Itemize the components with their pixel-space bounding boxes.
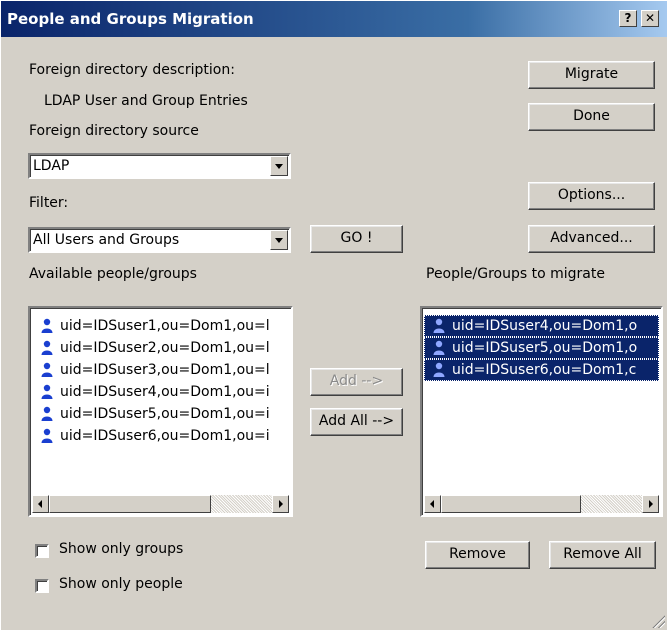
available-horizontal-scrollbar[interactable] <box>32 495 289 513</box>
list-item-label: uid=IDSuser6,ou=Dom1,ou=i <box>60 428 270 444</box>
user-icon <box>41 384 53 399</box>
resize-grip-icon[interactable] <box>651 614 665 628</box>
list-item[interactable]: uid=IDSuser2,ou=Dom1,ou=l <box>32 337 289 359</box>
available-list-label: Available people/groups <box>29 266 197 282</box>
show-only-people-label: Show only people <box>59 576 183 592</box>
list-item[interactable]: uid=IDSuser4,ou=Dom1,o <box>424 315 659 337</box>
filter-label: Filter: <box>29 195 69 211</box>
filter-dropdown-arrow-icon[interactable] <box>270 230 288 250</box>
go-button[interactable]: GO ! <box>310 225 403 253</box>
migrate-button[interactable]: Migrate <box>528 61 655 89</box>
scroll-left-icon[interactable] <box>32 495 49 513</box>
list-item[interactable]: uid=IDSuser3,ou=Dom1,ou=l <box>32 359 289 381</box>
user-icon <box>41 362 53 377</box>
list-item-label: uid=IDSuser3,ou=Dom1,ou=l <box>60 362 270 378</box>
list-item-label: uid=IDSuser2,ou=Dom1,ou=l <box>60 340 270 356</box>
list-item[interactable]: uid=IDSuser6,ou=Dom1,c <box>424 359 659 381</box>
filter-select[interactable]: All Users and Groups <box>28 227 291 253</box>
migrate-list[interactable]: uid=IDSuser4,ou=Dom1,o uid=IDSuser5,ou=Do… <box>420 306 663 517</box>
available-list[interactable]: uid=IDSuser1,ou=Dom1,ou=l uid=IDSuser2,ou… <box>28 306 293 517</box>
list-item[interactable]: uid=IDSuser6,ou=Dom1,ou=i <box>32 425 289 447</box>
user-icon <box>41 406 53 421</box>
foreign-directory-description-label: Foreign directory description: <box>29 62 235 78</box>
help-button[interactable]: ? <box>619 10 637 27</box>
user-icon <box>41 428 53 443</box>
advanced-button[interactable]: Advanced... <box>528 225 655 253</box>
foreign-directory-source-label: Foreign directory source <box>29 123 199 139</box>
list-item-label: uid=IDSuser1,ou=Dom1,ou=l <box>60 318 270 334</box>
title-bar[interactable]: People and Groups Migration ? ✕ <box>1 1 667 37</box>
list-item[interactable]: uid=IDSuser4,ou=Dom1,ou=i <box>32 381 289 403</box>
migrate-horizontal-scrollbar[interactable] <box>424 495 659 513</box>
scroll-right-icon[interactable] <box>272 495 289 513</box>
scroll-left-icon[interactable] <box>424 495 441 513</box>
user-icon <box>41 318 53 333</box>
remove-all-button[interactable]: Remove All <box>549 541 656 569</box>
add-all-button[interactable]: Add All --> <box>310 408 403 436</box>
source-dropdown-arrow-icon[interactable] <box>270 156 288 176</box>
foreign-directory-source-select[interactable]: LDAP <box>28 153 291 179</box>
scroll-thumb[interactable] <box>441 495 581 513</box>
focus-outline <box>424 315 659 337</box>
focus-outline <box>424 337 659 359</box>
user-icon <box>41 340 53 355</box>
foreign-directory-description-value: LDAP User and Group Entries <box>44 93 248 109</box>
close-button[interactable]: ✕ <box>641 10 659 27</box>
focus-outline <box>424 359 659 381</box>
list-item[interactable]: uid=IDSuser1,ou=Dom1,ou=l <box>32 315 289 337</box>
scroll-thumb[interactable] <box>49 495 211 513</box>
show-only-people-checkbox[interactable] <box>35 579 49 593</box>
scroll-right-icon[interactable] <box>642 495 659 513</box>
show-only-groups-label: Show only groups <box>59 541 184 557</box>
window-title: People and Groups Migration <box>7 10 254 28</box>
add-button[interactable]: Add --> <box>310 368 403 396</box>
migration-dialog: People and Groups Migration ? ✕ Foreign … <box>0 0 667 630</box>
list-item-label: uid=IDSuser4,ou=Dom1,ou=i <box>60 384 270 400</box>
list-item[interactable]: uid=IDSuser5,ou=Dom1,ou=i <box>32 403 289 425</box>
remove-button[interactable]: Remove <box>425 541 530 569</box>
filter-select-value: All Users and Groups <box>33 232 180 248</box>
show-only-groups-checkbox[interactable] <box>35 544 49 558</box>
done-button[interactable]: Done <box>528 103 655 131</box>
migrate-list-label: People/Groups to migrate <box>426 266 605 282</box>
list-item[interactable]: uid=IDSuser5,ou=Dom1,o <box>424 337 659 359</box>
options-button[interactable]: Options... <box>528 182 655 210</box>
list-item-label: uid=IDSuser5,ou=Dom1,ou=i <box>60 406 270 422</box>
source-select-value: LDAP <box>33 158 70 174</box>
